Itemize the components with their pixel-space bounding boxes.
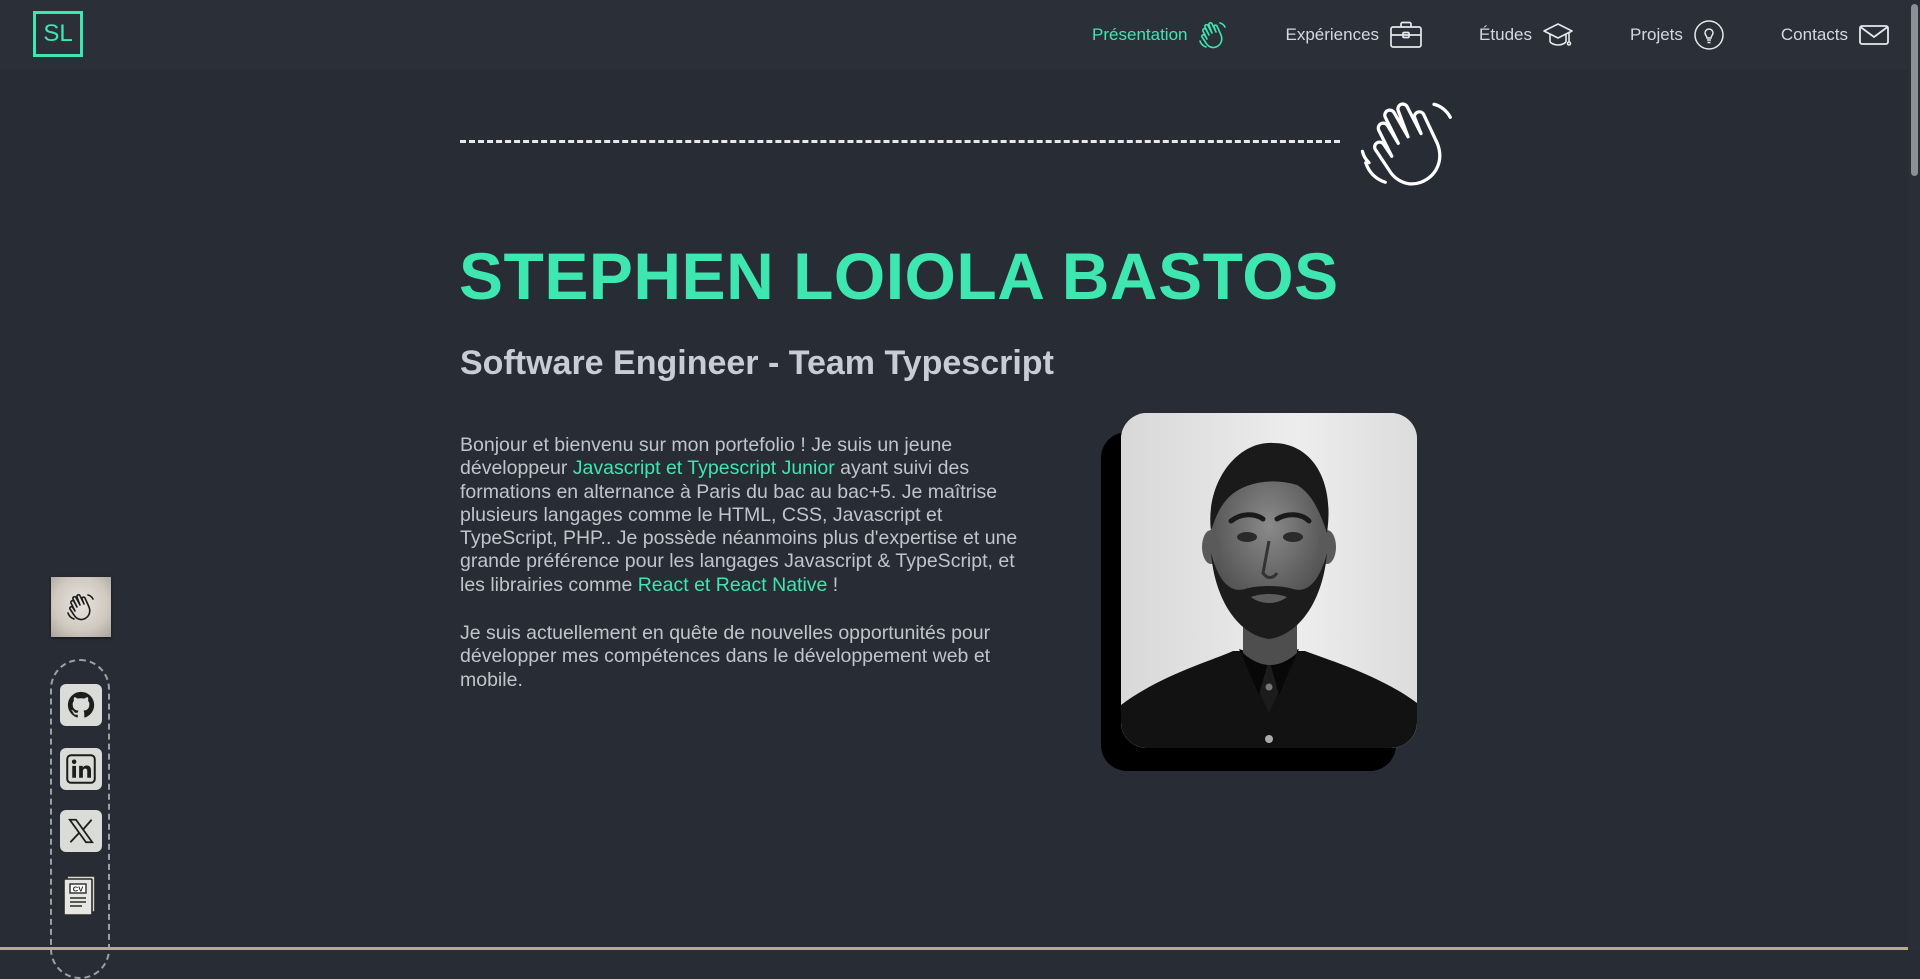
scrollbar-thumb[interactable] — [1911, 4, 1918, 176]
nav-experiences-label: Expériences — [1285, 25, 1380, 44]
github-icon — [67, 691, 95, 718]
nav-projets[interactable]: Projets — [1630, 19, 1725, 51]
waving-hand-icon — [67, 594, 94, 621]
main-nav: Présentation Expériences Études Projets … — [1036, 0, 1890, 70]
nav-presentation-label: Présentation — [1092, 25, 1188, 44]
cv-link[interactable]: CV — [60, 874, 102, 916]
bio-text-segment: ! — [827, 573, 839, 596]
linkedin-link[interactable] — [60, 748, 102, 790]
bio-paragraph-1: Bonjour et bienvenu sur mon portefolio !… — [460, 434, 1040, 597]
page-title: STEPHEN LOIOLA BASTOS — [459, 239, 1339, 313]
job-title: Software Engineer - Team Typescript — [460, 344, 1054, 382]
lightbulb-icon — [1694, 20, 1724, 50]
svg-text:CV: CV — [73, 885, 83, 894]
cv-document-icon: CV — [63, 875, 96, 916]
bio-paragraph-2: Je suis actuellement en quête de nouvell… — [460, 622, 991, 691]
envelope-icon — [1859, 25, 1889, 45]
bio-text: Bonjour et bienvenu sur mon portefolio !… — [460, 434, 1040, 717]
x-twitter-icon — [68, 818, 94, 844]
nav-etudes[interactable]: Études — [1479, 20, 1574, 50]
logo[interactable]: SL — [33, 11, 83, 57]
nav-experiences[interactable]: Expériences — [1285, 20, 1423, 50]
top-navigation-bar: SL Présentation Expériences Études Proje… — [0, 0, 1920, 71]
dashed-divider — [460, 140, 1340, 143]
waving-hand-icon — [1199, 22, 1227, 49]
graduation-cap-icon — [1543, 23, 1573, 46]
nav-presentation[interactable]: Présentation — [1092, 19, 1229, 51]
scrollbar[interactable] — [1908, 0, 1920, 950]
profile-photo — [1121, 413, 1417, 748]
nav-projets-label: Projets — [1629, 25, 1683, 44]
github-link[interactable] — [60, 684, 102, 726]
waving-hand-icon — [1360, 102, 1452, 186]
nav-etudes-label: Études — [1479, 25, 1532, 44]
nav-contacts[interactable]: Contacts — [1781, 23, 1890, 47]
briefcase-icon — [1390, 21, 1422, 48]
nav-contacts-label: Contacts — [1780, 25, 1848, 44]
bio-highlight-react: React et React Native — [637, 573, 828, 596]
linkedin-icon — [66, 754, 96, 784]
current-section-button[interactable] — [51, 577, 111, 637]
bio-highlight-js-ts: Javascript et Typescript Junior — [572, 457, 835, 480]
x-twitter-link[interactable] — [60, 810, 102, 852]
portrait-illustration — [1121, 413, 1417, 748]
